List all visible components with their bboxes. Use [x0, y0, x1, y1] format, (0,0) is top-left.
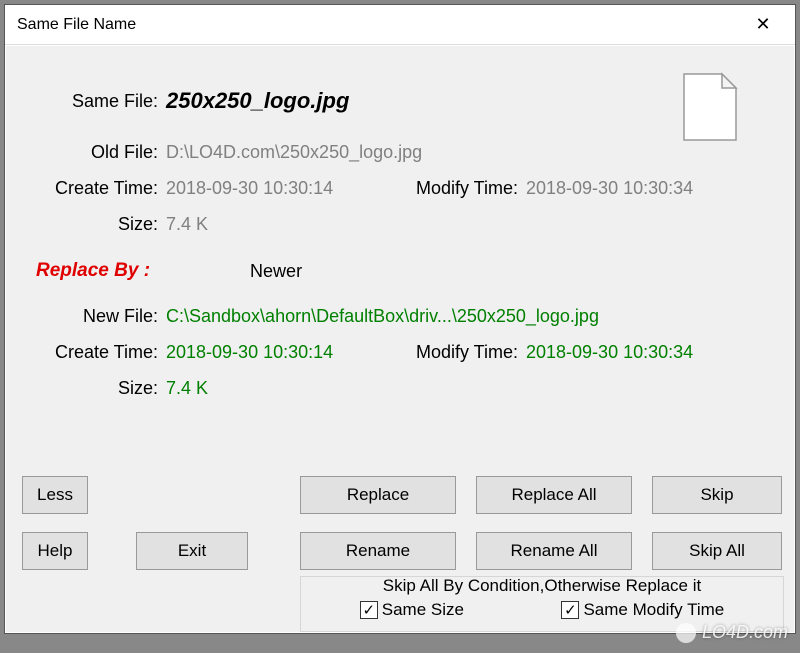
watermark-text: LO4D.com: [702, 622, 788, 643]
dialog-window: Same File Name ✕ Same File: 250x250_logo…: [4, 4, 796, 634]
same-size-checkbox[interactable]: ✓ Same Size: [360, 600, 464, 620]
replace-all-button[interactable]: Replace All: [476, 476, 632, 514]
new-create-time-label: Create Time:: [6, 342, 166, 363]
old-modify-time-value: 2018-09-30 10:30:34: [526, 178, 693, 199]
old-file-path: D:\LO4D.com\250x250_logo.jpg: [166, 142, 422, 163]
new-modify-time-value: 2018-09-30 10:30:34: [526, 342, 693, 363]
same-modify-time-label: Same Modify Time: [583, 600, 724, 620]
less-button[interactable]: Less: [22, 476, 88, 514]
skip-button[interactable]: Skip: [652, 476, 782, 514]
close-button[interactable]: ✕: [741, 14, 785, 35]
old-create-time-value: 2018-09-30 10:30:14: [166, 178, 396, 199]
old-file-label: Old File:: [6, 142, 166, 163]
window-title: Same File Name: [17, 16, 741, 34]
new-file-path: C:\Sandbox\ahorn\DefaultBox\driv...\250x…: [166, 306, 599, 327]
same-modify-time-checkbox[interactable]: ✓ Same Modify Time: [561, 600, 724, 620]
exit-button[interactable]: Exit: [136, 532, 248, 570]
old-create-time-label: Create Time:: [6, 178, 166, 199]
checkbox-icon: ✓: [360, 601, 378, 619]
new-size-label: Size:: [6, 378, 166, 399]
skip-all-button-label: Skip All: [689, 541, 745, 561]
old-size-label: Size:: [6, 214, 166, 235]
skip-all-button[interactable]: Skip All: [652, 532, 782, 570]
old-modify-time-label: Modify Time:: [396, 178, 526, 199]
skip-button-label: Skip: [700, 485, 733, 505]
skip-condition-title: Skip All By Condition,Otherwise Replace …: [311, 576, 773, 596]
rename-button-label: Rename: [346, 541, 410, 561]
checkbox-icon: ✓: [561, 601, 579, 619]
help-button-label: Help: [38, 541, 73, 561]
old-size-value: 7.4 K: [166, 214, 208, 235]
same-file-label: Same File:: [6, 91, 166, 112]
replace-by-label: Replace By :: [36, 260, 150, 282]
replace-button[interactable]: Replace: [300, 476, 456, 514]
new-create-time-value: 2018-09-30 10:30:14: [166, 342, 396, 363]
help-button[interactable]: Help: [22, 532, 88, 570]
watermark: LO4D.com: [676, 622, 788, 643]
rename-all-button[interactable]: Rename All: [476, 532, 632, 570]
new-modify-time-label: Modify Time:: [396, 342, 526, 363]
exit-button-label: Exit: [178, 541, 206, 561]
client-area: Same File: 250x250_logo.jpg Old File: D:…: [5, 45, 795, 633]
new-file-label: New File:: [6, 306, 166, 327]
replace-all-button-label: Replace All: [511, 485, 596, 505]
replace-mode-value: Newer: [250, 261, 302, 282]
rename-button[interactable]: Rename: [300, 532, 456, 570]
less-button-label: Less: [37, 485, 73, 505]
rename-all-button-label: Rename All: [511, 541, 598, 561]
title-bar: Same File Name ✕: [5, 5, 795, 45]
new-size-value: 7.4 K: [166, 378, 208, 399]
same-size-label: Same Size: [382, 600, 464, 620]
replace-button-label: Replace: [347, 485, 409, 505]
same-file-value: 250x250_logo.jpg: [166, 88, 349, 114]
watermark-icon: [676, 623, 696, 643]
